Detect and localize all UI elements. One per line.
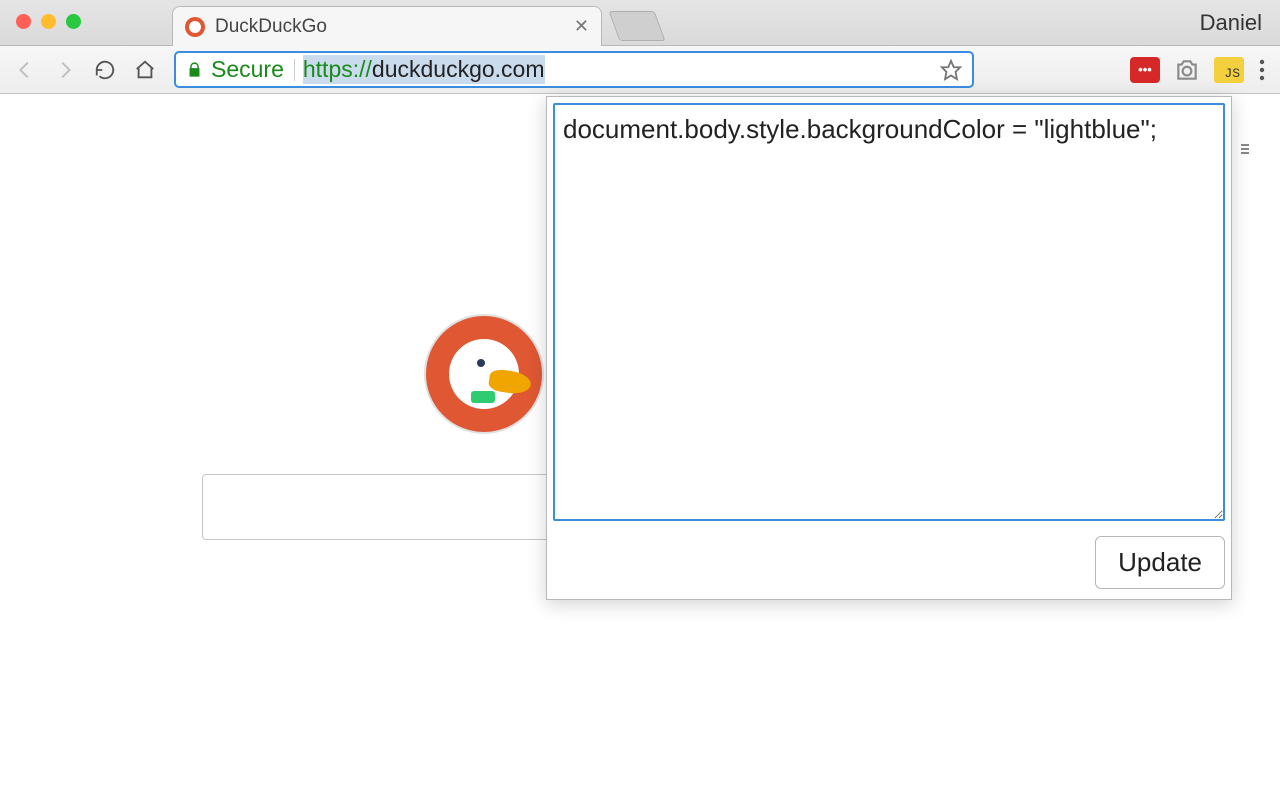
secure-label: Secure xyxy=(211,56,284,83)
tab-title: DuckDuckGo xyxy=(215,16,574,38)
vertical-dots-icon xyxy=(1258,59,1266,81)
url-protocol: https:// xyxy=(303,56,372,82)
omnibox-separator xyxy=(294,59,295,81)
minimize-window-button[interactable] xyxy=(41,14,56,29)
url-selection: https://duckduckgo.com xyxy=(303,55,545,84)
update-button[interactable]: Update xyxy=(1095,536,1225,589)
new-tab-button[interactable] xyxy=(609,11,666,41)
home-icon xyxy=(134,59,156,81)
back-arrow-icon xyxy=(14,59,36,81)
duckduckgo-logo xyxy=(424,314,544,434)
close-window-button[interactable] xyxy=(16,14,31,29)
home-button[interactable] xyxy=(134,59,156,81)
extensions-area: ••• JS xyxy=(1130,57,1266,83)
code-textarea[interactable] xyxy=(553,103,1225,521)
js-injector-extension-icon[interactable]: JS xyxy=(1214,57,1244,83)
reload-button[interactable] xyxy=(94,59,116,81)
forward-button[interactable] xyxy=(54,59,76,81)
duckduckgo-favicon xyxy=(185,17,205,37)
close-tab-icon[interactable]: ✕ xyxy=(574,16,589,37)
profile-name[interactable]: Daniel xyxy=(1200,10,1262,36)
browser-tab[interactable]: DuckDuckGo ✕ xyxy=(172,6,602,46)
duck-head-icon xyxy=(449,339,519,409)
address-bar[interactable]: Secure https://duckduckgo.com xyxy=(174,51,974,88)
window-controls xyxy=(16,14,81,29)
camera-icon xyxy=(1174,57,1200,83)
duckduckgo-logo-circle xyxy=(424,314,544,434)
popup-actions: Update xyxy=(553,536,1225,589)
titlebar: DuckDuckGo ✕ Daniel xyxy=(0,0,1280,46)
bookmark-star-icon[interactable] xyxy=(940,59,962,81)
back-button[interactable] xyxy=(14,59,36,81)
lock-icon xyxy=(186,61,203,78)
forward-arrow-icon xyxy=(54,59,76,81)
chrome-menu-button[interactable] xyxy=(1258,59,1266,81)
chrome-window: DuckDuckGo ✕ Daniel Secure https://duckd… xyxy=(0,0,1280,800)
page-content: Update xyxy=(0,94,1280,800)
reload-icon xyxy=(94,59,116,81)
lastpass-extension-icon[interactable]: ••• xyxy=(1130,57,1160,83)
maximize-window-button[interactable] xyxy=(66,14,81,29)
screenshot-extension-icon[interactable] xyxy=(1174,57,1200,83)
sidebar-handle-icon[interactable] xyxy=(1241,142,1249,160)
js-extension-popup: Update xyxy=(546,96,1232,600)
url-host: duckduckgo.com xyxy=(372,56,545,82)
toolbar: Secure https://duckduckgo.com ••• JS xyxy=(0,46,1280,94)
